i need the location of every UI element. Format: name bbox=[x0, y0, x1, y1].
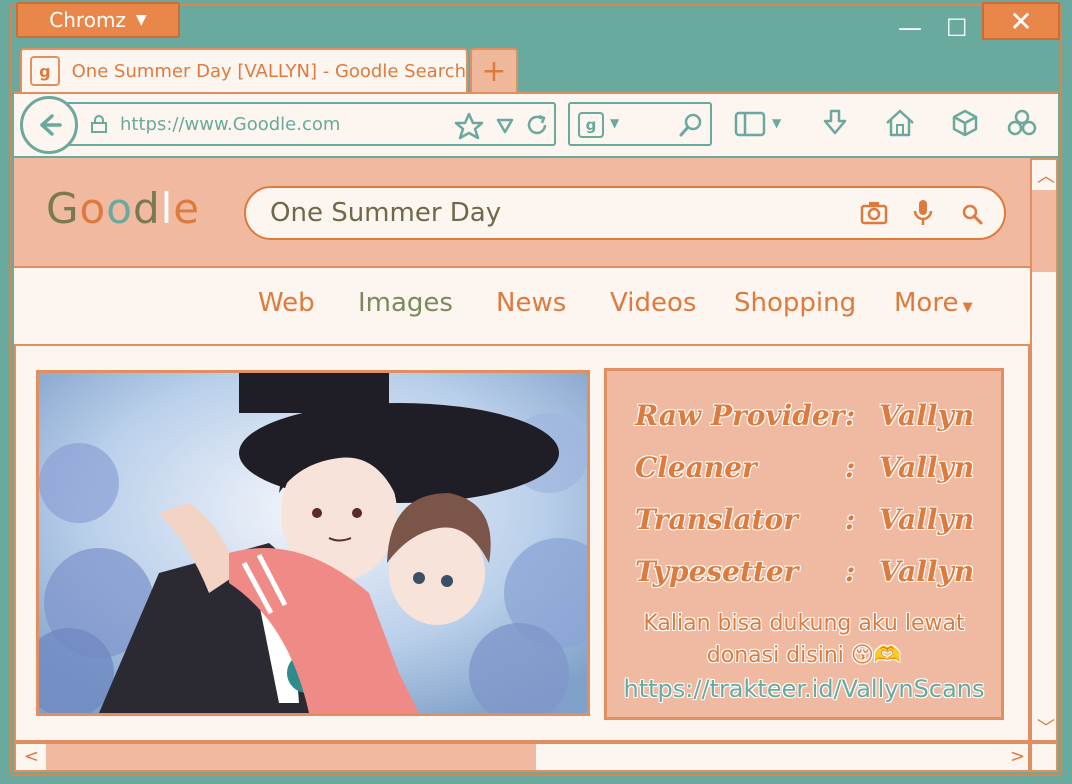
close-button[interactable]: ✕ bbox=[982, 2, 1060, 40]
bookmark-star-icon[interactable] bbox=[454, 112, 484, 140]
credits-panel: Raw Provider : Vallyn Cleaner : Vallyn T… bbox=[604, 368, 1004, 720]
tab-active[interactable]: g One Summer Day [VALLYN] - Goodle Searc… bbox=[20, 48, 468, 92]
tab-videos[interactable]: Videos bbox=[610, 288, 696, 318]
lock-icon bbox=[91, 115, 107, 133]
vertical-scroll-thumb[interactable] bbox=[1032, 190, 1056, 272]
url-text: https://www.Goodle.com bbox=[120, 114, 341, 135]
goodle-logo: Goodle bbox=[46, 184, 200, 233]
support-link[interactable]: https://trakteer.id/VallynScans bbox=[607, 675, 1001, 703]
tab-images[interactable]: Images bbox=[358, 288, 453, 318]
credit-colon: : bbox=[845, 451, 856, 484]
app-menu-button[interactable]: Chromz ▼ bbox=[16, 2, 180, 38]
minimize-icon: — bbox=[898, 14, 922, 42]
support-text-line1: Kalian bisa dukung aku lewat bbox=[643, 611, 965, 636]
credit-name: Vallyn bbox=[879, 451, 975, 484]
credit-role: Translator bbox=[635, 503, 798, 536]
horizontal-scroll-thumb[interactable] bbox=[46, 744, 536, 770]
camera-icon[interactable] bbox=[860, 200, 888, 226]
tab-web[interactable]: Web bbox=[258, 288, 315, 318]
scrollbar-corner bbox=[1030, 742, 1058, 772]
download-icon[interactable] bbox=[820, 108, 850, 138]
back-arrow-icon bbox=[40, 114, 62, 136]
support-text-line2: donasi disini 😚🫶 bbox=[706, 643, 902, 668]
chevron-down-icon: ▼ bbox=[958, 300, 973, 315]
sidebar-icon[interactable] bbox=[734, 110, 766, 138]
home-icon[interactable] bbox=[884, 108, 916, 138]
maximize-icon: ☐ bbox=[946, 14, 968, 42]
toolbar-search-box[interactable]: g ▼ bbox=[568, 102, 712, 146]
extension-cube-icon[interactable] bbox=[950, 108, 980, 138]
search-icon[interactable] bbox=[678, 112, 704, 138]
logo-letter: G bbox=[46, 184, 80, 233]
logo-letter: e bbox=[173, 184, 201, 233]
credit-name: Vallyn bbox=[879, 399, 975, 432]
search-icon[interactable] bbox=[960, 202, 984, 226]
credit-role: Typesetter bbox=[635, 555, 799, 588]
chevron-down-icon: ▼ bbox=[135, 12, 147, 28]
scroll-down-icon[interactable]: ﹀ bbox=[1037, 714, 1055, 740]
dropdown-triangle-icon[interactable] bbox=[496, 118, 514, 134]
goodle-favicon-icon: g bbox=[30, 56, 60, 86]
credit-colon: : bbox=[845, 555, 856, 588]
credit-name: Vallyn bbox=[879, 555, 975, 588]
logo-letter: o bbox=[79, 184, 107, 233]
tab-news[interactable]: News bbox=[496, 288, 566, 318]
credit-role: Cleaner bbox=[635, 451, 757, 484]
chevron-down-icon[interactable]: ▼ bbox=[772, 116, 781, 130]
logo-letter: d bbox=[132, 184, 161, 233]
credit-colon: : bbox=[845, 399, 856, 432]
close-icon: ✕ bbox=[1009, 4, 1033, 38]
app-menu-label: Chromz bbox=[49, 8, 126, 32]
credit-name: Vallyn bbox=[879, 503, 975, 536]
logo-letter: o bbox=[106, 184, 133, 233]
scroll-left-icon[interactable]: < bbox=[24, 746, 39, 767]
scroll-right-icon[interactable]: > bbox=[1010, 746, 1025, 767]
plus-icon: + bbox=[481, 53, 507, 89]
credit-role: Raw Provider bbox=[635, 399, 845, 432]
minimize-button[interactable]: — bbox=[898, 14, 922, 42]
address-bar[interactable]: https://www.Goodle.com bbox=[62, 102, 556, 146]
search-engine-icon: g bbox=[578, 112, 604, 138]
logo-letter: l bbox=[160, 184, 174, 233]
back-button[interactable] bbox=[20, 96, 78, 154]
manga-illustration bbox=[36, 370, 590, 716]
tab-shopping[interactable]: Shopping bbox=[734, 288, 856, 318]
search-query-text: One Summer Day bbox=[270, 198, 502, 228]
new-tab-button[interactable]: + bbox=[470, 48, 518, 92]
tab-more-label: More bbox=[894, 288, 959, 318]
search-input[interactable]: One Summer Day bbox=[244, 186, 1006, 240]
credit-colon: : bbox=[845, 503, 856, 536]
microphone-icon[interactable] bbox=[912, 198, 934, 228]
illustration-image bbox=[39, 373, 587, 713]
tab-more[interactable]: More ▼ bbox=[894, 288, 973, 318]
scroll-up-icon[interactable]: ︿ bbox=[1037, 162, 1055, 188]
maximize-button[interactable]: ☐ bbox=[946, 14, 968, 42]
tab-title: One Summer Day [VALLYN] - Goodle Search bbox=[71, 60, 466, 82]
menu-flower-icon[interactable] bbox=[1006, 108, 1038, 138]
reload-icon[interactable] bbox=[524, 112, 550, 138]
search-nav: Web Images News Videos Shopping More ▼ bbox=[14, 268, 1030, 346]
chevron-down-icon: ▼ bbox=[610, 116, 620, 130]
